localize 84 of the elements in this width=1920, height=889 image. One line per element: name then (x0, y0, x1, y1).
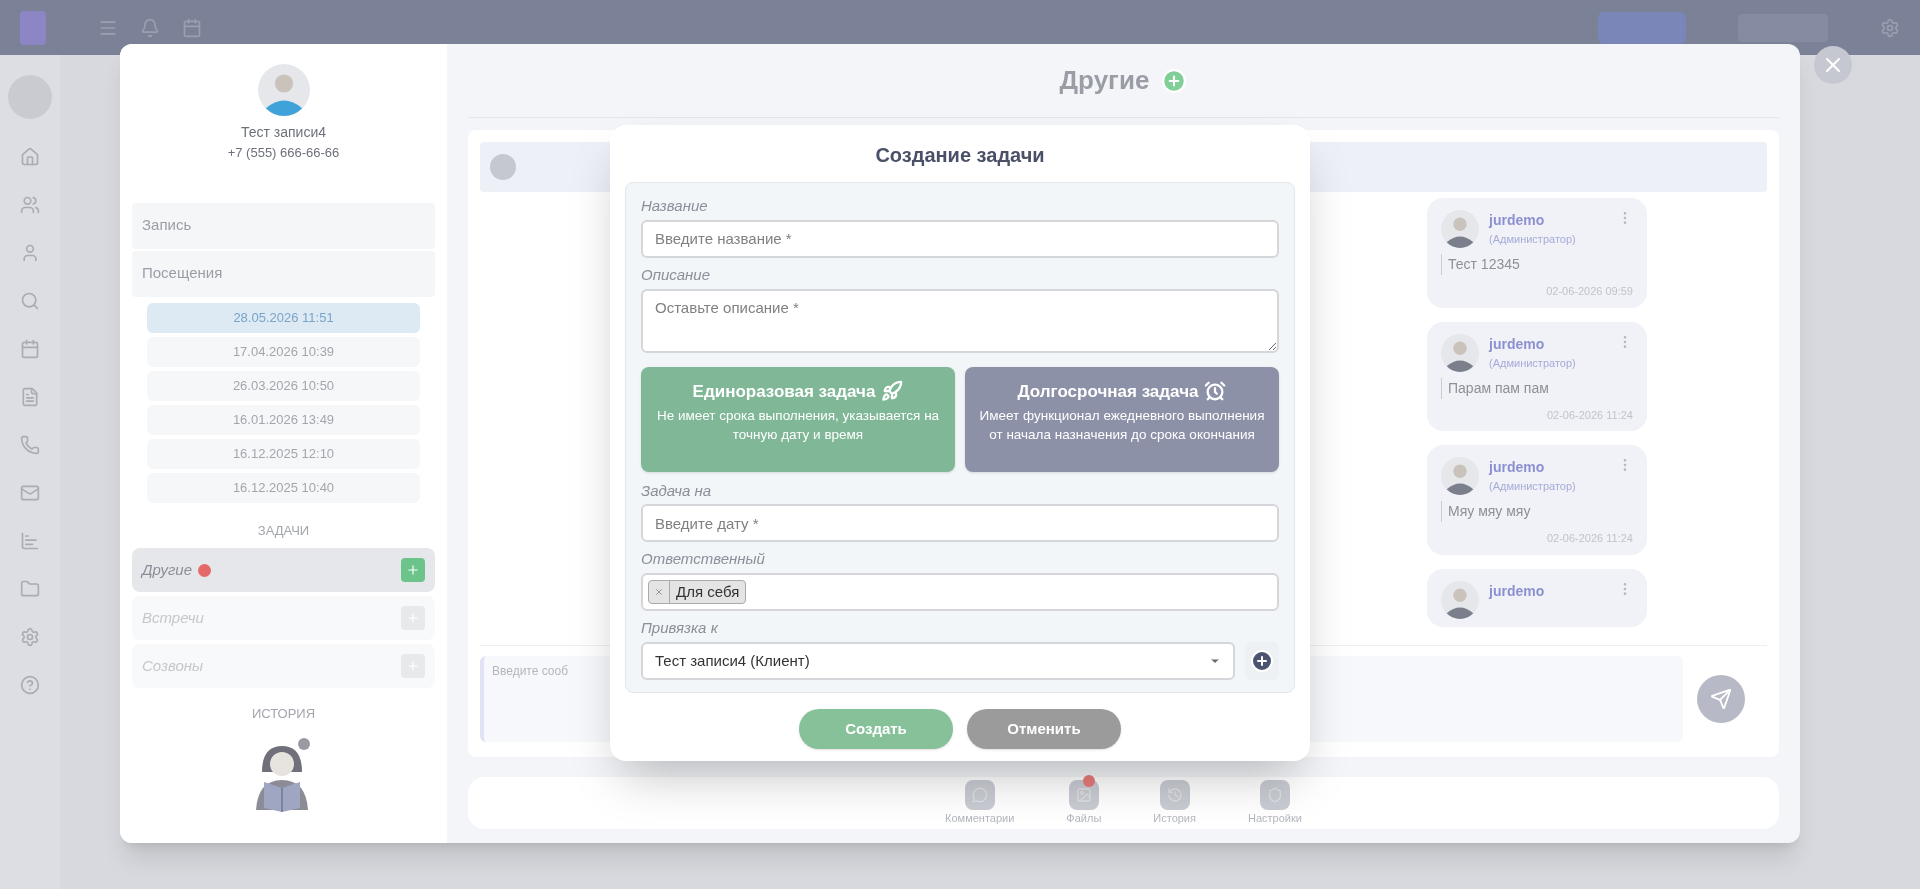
visit-item[interactable]: 16.12.2025 10:40 (147, 472, 420, 503)
search-icon[interactable] (20, 291, 40, 311)
phone-icon[interactable] (20, 435, 40, 455)
add-category-button[interactable] (401, 558, 425, 582)
visit-item[interactable]: 17.04.2026 10:39 (147, 336, 420, 367)
link-select[interactable]: Тест записи4 (Клиент) (641, 641, 1235, 680)
settings-icon[interactable] (20, 627, 40, 647)
logo-icon (20, 10, 46, 45)
add-button[interactable] (1245, 641, 1279, 680)
alarm-clock-icon (1204, 380, 1227, 403)
message-role: (Администратор) (1489, 355, 1577, 371)
send-button[interactable] (1697, 674, 1745, 723)
remove-icon[interactable] (654, 587, 664, 597)
folder-icon[interactable] (20, 579, 40, 599)
panel-title: Другие (1059, 64, 1150, 97)
client-name: Тест записи4 (240, 123, 327, 142)
avatar-icon (1441, 457, 1479, 495)
visit-item[interactable]: 16.12.2025 12:10 (147, 438, 420, 469)
calendar-icon[interactable] (182, 17, 202, 38)
section-item[interactable]: Посещения (132, 250, 435, 297)
message-author[interactable]: jurdemo (1489, 580, 1607, 602)
field-label: Название (641, 197, 709, 216)
envelope-icon[interactable] (20, 483, 40, 503)
avatar-icon (1441, 333, 1479, 372)
task-type-description: Имеет функционал ежедневного выполнения от начала назначения до срока окончания (978, 407, 1266, 444)
history-icon (1166, 786, 1183, 803)
bottom-tab[interactable]: История (1153, 779, 1196, 827)
image-icon (1075, 786, 1092, 803)
description-field[interactable]: Оставьте описание * (641, 288, 1279, 353)
shield-icon (1266, 786, 1283, 803)
person-icon[interactable] (20, 243, 40, 263)
speech-bubble-icon (971, 786, 988, 803)
client-phone: +7 (555) 666-66-66 (227, 144, 340, 162)
avatar-icon (257, 64, 310, 116)
history-heading: ИСТОРИЯ (251, 705, 316, 723)
task-type-button[interactable]: Единоразовая задача Не имеет срока выполнения, указывается на точную дату и время (641, 366, 955, 472)
message-text: Парам пам пам (1441, 377, 1633, 399)
bell-icon[interactable] (140, 17, 160, 38)
plus-icon (1250, 648, 1274, 673)
message-role: (Администратор) (1489, 479, 1577, 494)
bottom-tab[interactable]: Комментарии (945, 779, 1015, 827)
send-icon (1710, 687, 1732, 710)
responsible-field[interactable]: Для себя (641, 573, 1279, 611)
visit-item[interactable]: 28.05.2026 11:51 (147, 302, 420, 333)
name-field[interactable]: Введите название * (641, 219, 1279, 258)
cancel-button[interactable]: Отменить (967, 708, 1121, 749)
visit-item[interactable]: 16.01.2026 13:49 (147, 404, 420, 435)
date-field[interactable]: Введите дату * (641, 504, 1279, 543)
field-label: Ответственный (641, 550, 766, 569)
task-category-item[interactable]: Другие (132, 548, 435, 592)
field-label: Задача на (641, 481, 713, 501)
create-button[interactable]: Создать (799, 708, 953, 749)
document-icon[interactable] (20, 387, 40, 407)
category-label: Другие (142, 559, 192, 580)
bottom-tab[interactable]: Настройки (1248, 779, 1302, 827)
chart-icon[interactable] (20, 531, 40, 551)
calendar-icon[interactable] (20, 339, 40, 359)
dialog-title: Создание задачи (874, 143, 1046, 168)
settings-icon[interactable] (1880, 17, 1900, 38)
section-item[interactable]: Запись (132, 202, 435, 249)
task-type-description: Не имеет срока выполнения, указывается на точную дату и время (655, 407, 941, 444)
avatar-icon (1441, 580, 1479, 619)
task-type-title: Единоразовая задача (692, 380, 876, 403)
house-icon[interactable] (20, 147, 40, 167)
task-type-title: Долгосрочная задача (1017, 380, 1199, 403)
plus-icon (406, 563, 420, 577)
plus-icon[interactable] (1161, 67, 1188, 94)
help-icon[interactable] (20, 675, 40, 695)
task-type-button[interactable]: Долгосрочная задача Имеет функционал ежедневного выполнения от начала назначения до срока окончания (965, 366, 1279, 472)
responsible-tag[interactable]: Для себя (648, 580, 747, 604)
people-icon[interactable] (20, 195, 40, 215)
field-label: Описание (641, 265, 712, 285)
message-text: Тест 12345 (1441, 254, 1633, 275)
message-author[interactable]: jurdemo (1489, 210, 1607, 231)
message-author[interactable]: jurdemo (1489, 457, 1607, 478)
message-text: Мяу мяу мяу (1441, 501, 1633, 522)
visit-item[interactable]: 26.03.2026 10:50 (147, 370, 420, 401)
rocket-icon (881, 380, 904, 403)
close-button[interactable] (1814, 46, 1852, 84)
message-author[interactable]: jurdemo (1489, 333, 1607, 355)
field-label: Привязка к (641, 619, 719, 638)
avatar-icon (1441, 210, 1479, 248)
tasks-heading: ЗАДАЧИ (257, 521, 310, 540)
message-role: (Администратор) (1489, 232, 1577, 247)
